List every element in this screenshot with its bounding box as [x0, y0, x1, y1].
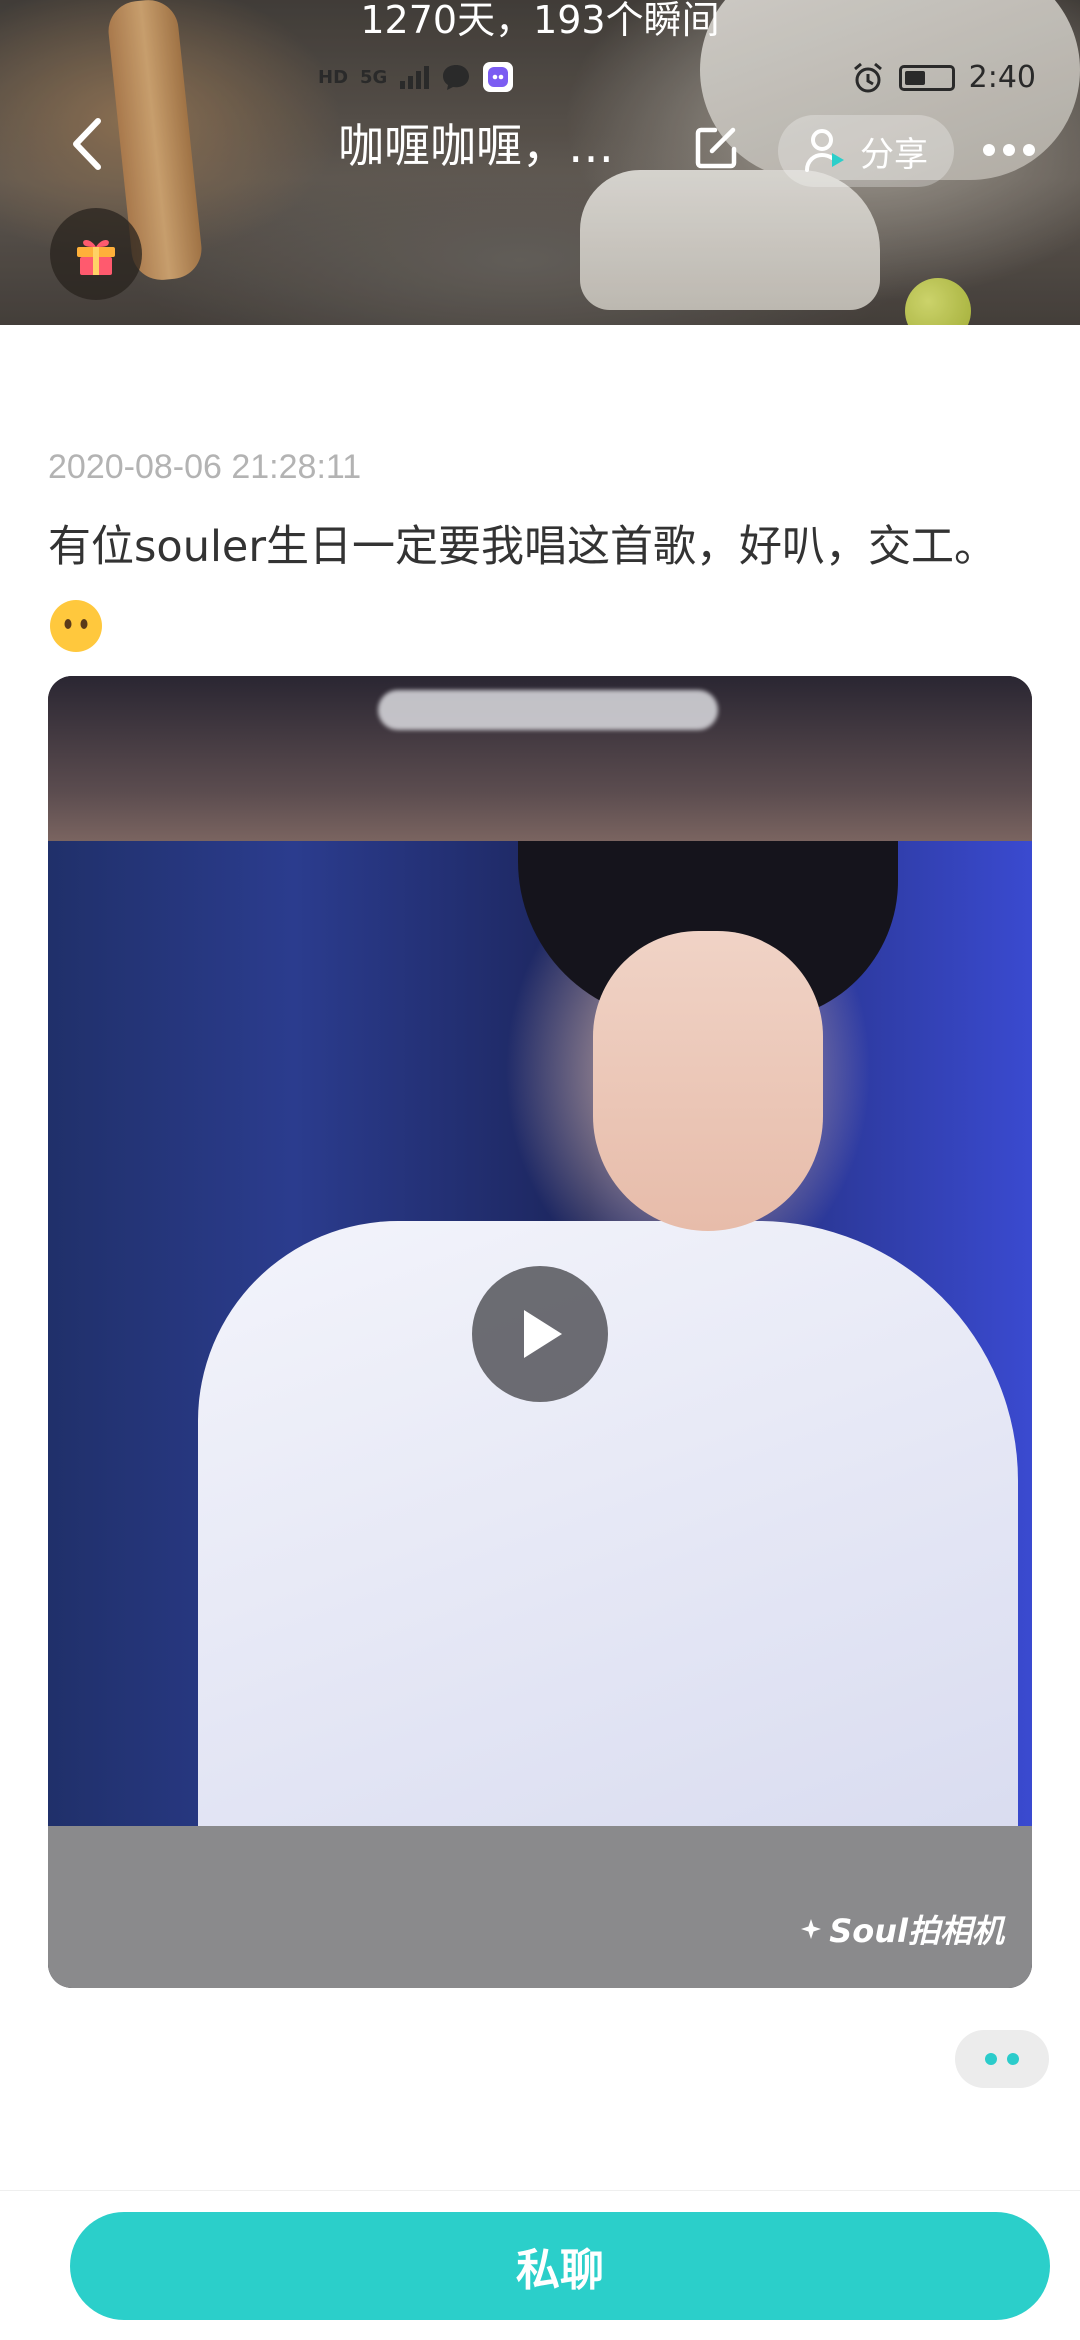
back-button[interactable] [55, 112, 119, 176]
gift-button[interactable] [50, 208, 142, 300]
page-title: 咖喱咖喱，… [338, 119, 614, 173]
chevron-left-icon [73, 118, 101, 170]
post-text: 有位souler生日一定要我唱这首歌，好叭，交工。 [48, 522, 998, 572]
moment-detail-page: 1270天，193个瞬间 HD 5G 2:40 咖喱咖喱，… 分享 2020-0… [0, 0, 1080, 2340]
hd-indicator: HD [318, 66, 349, 88]
status-bar-right: 2:40 [851, 60, 1036, 95]
status-bar-left: HD 5G [318, 62, 514, 92]
edit-icon [695, 127, 737, 169]
video-thumbnail[interactable]: Soul拍相机 [48, 676, 1032, 1988]
header-banner: 1270天，193个瞬间 HD 5G 2:40 咖喱咖喱，… 分享 [0, 0, 1080, 325]
person-share-icon [805, 129, 844, 172]
battery-icon [898, 64, 955, 91]
play-icon [524, 1310, 562, 1358]
moments-caption: 1270天，193个瞬间 [360, 0, 720, 42]
more-options-button[interactable] [978, 125, 1040, 175]
clock: 2:40 [968, 60, 1036, 95]
app-icon [483, 62, 514, 92]
share-label: 分享 [860, 134, 928, 175]
gift-icon [77, 240, 115, 275]
network-indicator: 5G [360, 66, 388, 88]
signal-icon [400, 66, 430, 89]
sparkle-icon [801, 1919, 822, 1939]
more-dots-icon [983, 144, 995, 156]
share-button[interactable]: 分享 [778, 115, 954, 187]
private-chat-button[interactable]: 私聊 [70, 2212, 1050, 2320]
alarm-icon [853, 62, 882, 92]
play-button[interactable] [472, 1266, 608, 1402]
video-top-band [48, 676, 1032, 841]
chat-bubble-icon [443, 65, 470, 90]
neutral-face-emoji [50, 600, 102, 652]
post-timestamp: 2020-08-06 21:28:11 [48, 448, 362, 486]
edit-button[interactable] [688, 120, 744, 176]
soul-camera-watermark: Soul拍相机 [801, 1906, 1004, 1952]
more-dots-pill[interactable] [955, 2030, 1049, 2088]
